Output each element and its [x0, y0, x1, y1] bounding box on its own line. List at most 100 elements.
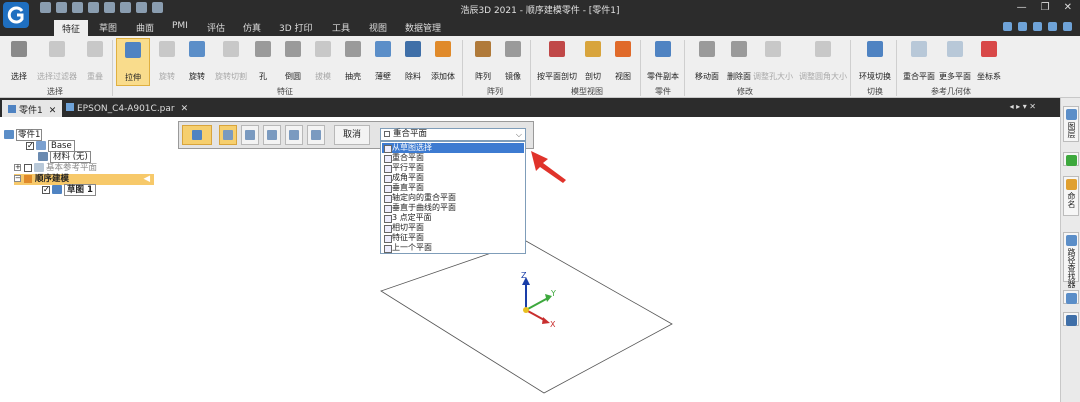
tab-3d-print[interactable]: 3D 打印 [279, 21, 313, 34]
plane-option[interactable]: 轴定向的重合平面 [382, 193, 524, 203]
tool-icon [1065, 155, 1077, 166]
layers-icon [1065, 109, 1077, 120]
profile-step-button[interactable] [241, 125, 259, 145]
expand-icon[interactable]: + [14, 164, 21, 171]
tab-pmi[interactable]: PMI [172, 21, 188, 31]
extent-step-button[interactable] [285, 125, 303, 145]
app-window: { "window": {"title": "浩辰3D 2021 - 顺序建模零… [0, 0, 1080, 402]
window-title: 浩辰3D 2021 - 顺序建模零件 - [零件1] [460, 6, 620, 16]
view-button[interactable]: 视图 [606, 38, 640, 86]
part-icon [66, 103, 74, 111]
extrude-icon [125, 42, 141, 58]
mirror-icon [505, 41, 521, 57]
tree-item-sketch1[interactable]: 草图 1 [42, 184, 96, 196]
tab-extra-2[interactable] [1063, 312, 1079, 326]
tab-evaluate[interactable]: 评估 [207, 21, 225, 34]
tree-item-base-planes[interactable]: + 基本参考平面 [14, 163, 97, 174]
tab-tools[interactable]: 工具 [332, 21, 350, 34]
graphics-canvas[interactable]: Z Y X [0, 117, 1060, 402]
environment-switch-button[interactable]: 环境切换 [858, 38, 892, 86]
doc-tab-part1[interactable]: 零件1 ✕ [2, 100, 63, 117]
tab-data-management[interactable]: 数据管理 [405, 21, 441, 34]
plane-option[interactable]: 重合平面 [382, 153, 524, 163]
close-icon[interactable]: ✕ [49, 106, 57, 116]
tab-view[interactable]: 视图 [369, 21, 387, 34]
visibility-checkbox[interactable] [42, 184, 50, 195]
doc-tab-nav[interactable]: ◂ ▸ ▾ ✕ [1010, 102, 1036, 111]
tab-surface[interactable]: 曲面 [136, 21, 154, 34]
plane-option[interactable]: 从草图选择 [382, 143, 524, 153]
plane-option[interactable]: 平行平面 [382, 163, 524, 173]
plane-type-select[interactable]: 重合平面 ⌵ [380, 128, 526, 141]
group-part: 零件 [655, 87, 671, 96]
plane-option[interactable]: 垂直平面 [382, 183, 524, 193]
ribbon-option-icon[interactable] [1018, 22, 1027, 31]
tab-pathfinder[interactable]: 路径查找器 [1063, 232, 1079, 288]
add-body-button[interactable]: 添加体 [426, 38, 460, 86]
app-logo[interactable] [3, 2, 29, 28]
plane-option[interactable]: 成角平面 [382, 173, 524, 183]
plane-option[interactable]: 3 点定平面 [382, 213, 524, 223]
ribbon-option-icon[interactable] [1003, 22, 1012, 31]
tree-item-material[interactable]: 材料 (无) [38, 151, 91, 163]
plane-option[interactable]: 垂直于曲线的平面 [382, 203, 524, 213]
pathfinder-icon [1065, 235, 1077, 246]
coordinate-system-icon [981, 41, 997, 57]
plane-step-button[interactable] [219, 125, 237, 145]
resize-round-button[interactable]: 调整圆角大小 [799, 38, 847, 86]
part-copy-icon [655, 41, 671, 57]
tree-item-label: 基本参考平面 [46, 163, 98, 173]
side-step-button[interactable] [263, 125, 281, 145]
add-body-icon [435, 41, 451, 57]
group-switch: 切换 [867, 87, 883, 96]
view-icon [615, 41, 631, 57]
window-controls: — ❐ ✕ [1017, 2, 1072, 13]
tab-simulation[interactable]: 仿真 [243, 21, 261, 34]
right-tab-label: 命名 [1067, 192, 1076, 208]
ribbon-option-icon[interactable] [1063, 22, 1072, 31]
tab-features[interactable]: 特征 [54, 20, 89, 36]
mirror-button[interactable]: 镜像 [496, 38, 530, 86]
doc-tab-epson[interactable]: EPSON_C4-A901C.par ✕ [60, 100, 194, 117]
chevron-down-icon[interactable]: ⌵ [516, 129, 522, 140]
part-copy-button[interactable]: 零件副本 [646, 38, 680, 86]
collapse-icon[interactable]: − [14, 175, 21, 182]
visibility-checkbox[interactable] [26, 140, 34, 151]
tab-layers[interactable]: 图层 [1063, 106, 1079, 142]
close-button[interactable]: ✕ [1064, 2, 1072, 13]
minimize-button[interactable]: — [1017, 2, 1027, 13]
ribbon-separator [896, 40, 897, 96]
tab-tool[interactable] [1063, 152, 1079, 166]
doc-tab-label: EPSON_C4-A901C.par [77, 104, 175, 114]
plane-option[interactable]: 上一个平面 [382, 243, 524, 253]
tab-naming[interactable]: 命名 [1063, 176, 1079, 216]
tree-root[interactable]: 零件1 [4, 129, 43, 141]
treatment-icon [311, 130, 321, 140]
close-icon[interactable]: ✕ [181, 104, 189, 114]
tab-extra[interactable] [1063, 290, 1079, 304]
x-arrow [542, 317, 550, 324]
plane-type-list: 从草图选择 重合平面 平行平面 成角平面 垂直平面 轴定向的重合平面 垂直于曲线… [380, 141, 526, 254]
plane-option[interactable]: 相切平面 [382, 223, 524, 233]
profile-icon [245, 130, 255, 140]
ribbon-separator [684, 40, 685, 96]
cancel-button[interactable]: 取消 [334, 125, 370, 145]
resize-hole-button[interactable]: 调整孔大小 [753, 38, 793, 86]
document-tabs: 零件1 ✕ EPSON_C4-A901C.par ✕ ◂ ▸ ▾ ✕ [0, 98, 1060, 117]
plane-icon [223, 130, 233, 140]
tab-sketch[interactable]: 草图 [99, 21, 117, 34]
ribbon-separator [850, 40, 851, 96]
ribbon-option-icon[interactable] [1048, 22, 1057, 31]
group-features: 特征 [277, 87, 293, 96]
plane-option[interactable]: 特征平面 [382, 233, 524, 243]
revolve-icon [189, 41, 205, 57]
help-icon[interactable] [1033, 22, 1042, 31]
restore-button[interactable]: ❐ [1041, 2, 1050, 13]
extrude-step-button[interactable] [182, 125, 212, 145]
treatment-step-button[interactable] [307, 125, 325, 145]
panel-icon [1065, 315, 1077, 326]
ribbon-separator [462, 40, 463, 96]
visibility-checkbox[interactable] [24, 163, 32, 172]
coordinate-system-button[interactable]: 坐标系 [972, 38, 1006, 86]
filter-icon [49, 41, 65, 57]
